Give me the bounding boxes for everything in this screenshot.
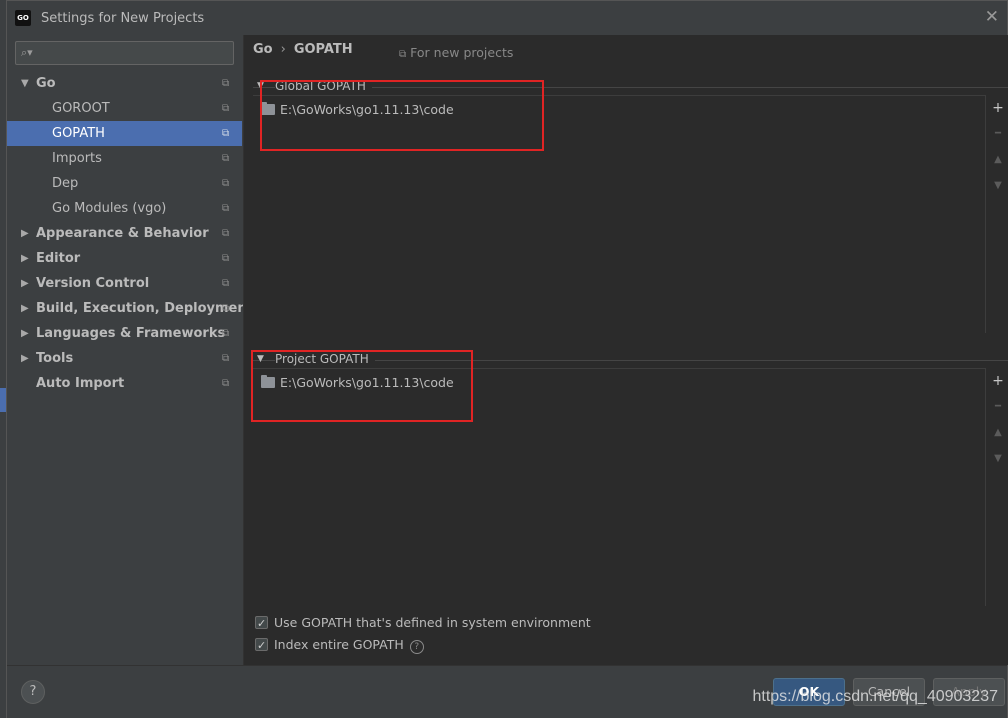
collapsed-arrow-icon[interactable]: ▶ [21,346,29,371]
watermark: https://blog.csdn.net/qq_40903237 [752,688,998,705]
sidebar-item-label: GOPATH [52,126,105,141]
project-config-icon: ⧉ [222,203,230,214]
sidebar-item-label: Auto Import [36,376,125,391]
sidebar-item-label: Imports [52,151,102,166]
copy-settings-icon: ⧉ [399,49,407,60]
index-entire-gopath-option[interactable]: Index entire GOPATH? [255,635,424,656]
move-down-icon[interactable]: ▼ [987,446,1008,472]
sidebar-item[interactable]: ▶ Languages & Frameworks ⧉ [7,321,242,346]
project-config-icon: ⧉ [222,303,230,314]
use-system-gopath-label: Use GOPATH that's defined in system envi… [274,615,591,630]
goland-app-icon: GO [15,10,31,26]
add-icon[interactable]: + [987,368,1008,394]
project-config-icon: ⧉ [222,103,230,114]
move-down-icon[interactable]: ▼ [987,173,1008,199]
title-bar: GO Settings for New Projects ✕ [7,1,1007,35]
sidebar-item-label: Tools [36,351,74,366]
global-gopath-toolbar: + ━ ▲ ▼ [987,95,1008,199]
sidebar-item-label: Languages & Frameworks [36,326,226,341]
settings-dialog: GO Settings for New Projects ✕ ⌕▾ ▼ Go ⧉ GO… [6,0,1008,718]
search-icon: ⌕▾ [21,46,33,59]
sidebar-item[interactable]: GOROOT ⧉ [7,96,242,121]
move-up-icon[interactable]: ▲ [987,147,1008,173]
project-config-icon: ⧉ [222,353,230,364]
project-config-icon: ⧉ [222,178,230,189]
use-system-gopath-checkbox[interactable] [255,614,268,634]
help-hint-icon[interactable]: ? [409,640,424,654]
sidebar-item[interactable]: Go Modules (vgo) ⧉ [7,196,242,221]
sidebar-item[interactable]: ▶ Build, Execution, Deployment ⧉ [7,296,253,321]
sidebar-item[interactable]: GOPATH ⧉ [7,121,242,146]
sidebar-item[interactable]: ▶ Tools ⧉ [7,346,242,371]
sidebar-item[interactable]: Auto Import ⧉ [7,371,242,396]
project-config-icon: ⧉ [222,78,230,89]
help-button[interactable]: ? [21,680,45,704]
sidebar-item[interactable]: ▶ Version Control ⧉ [7,271,242,296]
remove-icon[interactable]: ━ [987,394,1008,420]
project-config-icon: ⧉ [222,128,230,139]
sidebar-item-label: Dep [52,176,79,191]
index-entire-gopath-checkbox[interactable] [255,636,268,656]
window-title: Settings for New Projects [41,10,205,26]
project-config-icon: ⧉ [222,153,230,164]
sidebar-item-label: Version Control [36,276,150,291]
move-up-icon[interactable]: ▲ [987,420,1008,446]
sidebar-item[interactable]: ▼ Go ⧉ [7,71,242,96]
remove-icon[interactable]: ━ [987,121,1008,147]
sidebar-item-label: Go [36,76,56,91]
settings-sidebar: ⌕▾ ▼ Go ⧉ GOROOT ⧉ GOPATH ⧉ Imports ⧉ Dep ⧉ Go Modu… [7,35,253,665]
project-config-icon: ⧉ [222,378,230,389]
collapsed-arrow-icon[interactable]: ▶ [21,271,29,296]
collapsed-arrow-icon[interactable]: ▶ [21,221,29,246]
breadcrumb-current: GOPATH [293,42,353,57]
sidebar-item-label: Editor [36,251,81,266]
project-config-icon: ⧉ [222,228,230,239]
scope-note: ⧉ For new projects [399,45,513,60]
breadcrumb-parent[interactable]: Go [253,42,273,57]
scope-note-text: For new projects [410,45,514,60]
sidebar-item[interactable]: ▶ Appearance & Behavior ⧉ [7,221,242,246]
sidebar-item-label: Build, Execution, Deployment [36,301,253,316]
search-input[interactable]: ⌕▾ [15,41,234,65]
close-icon[interactable]: ✕ [985,8,999,26]
project-config-icon: ⧉ [222,253,230,264]
annotation-box-project [251,350,473,422]
project-config-icon: ⧉ [222,328,230,339]
project-gopath-toolbar: + ━ ▲ ▼ [987,368,1008,472]
breadcrumb-separator: › [280,42,286,57]
breadcrumb: Go › GOPATH [253,42,353,62]
sidebar-item-label: GOROOT [52,101,110,116]
add-icon[interactable]: + [987,95,1008,121]
index-entire-gopath-label: Index entire GOPATH [274,637,404,652]
collapsed-arrow-icon[interactable]: ▶ [21,321,29,346]
settings-tree: ▼ Go ⧉ GOROOT ⧉ GOPATH ⧉ Imports ⧉ Dep ⧉ Go Modules… [7,71,253,396]
expanded-arrow-icon[interactable]: ▼ [21,71,29,96]
annotation-box-global [260,80,544,151]
sidebar-item[interactable]: Dep ⧉ [7,171,242,196]
sidebar-item[interactable]: Imports ⧉ [7,146,242,171]
sidebar-item-label: Go Modules (vgo) [52,201,167,216]
collapsed-arrow-icon[interactable]: ▶ [21,246,29,271]
collapsed-arrow-icon[interactable]: ▶ [21,296,29,321]
use-system-gopath-option[interactable]: Use GOPATH that's defined in system envi… [255,613,591,634]
project-config-icon: ⧉ [222,278,230,289]
sidebar-item[interactable]: ▶ Editor ⧉ [7,246,242,271]
sidebar-item-label: Appearance & Behavior [36,226,209,241]
